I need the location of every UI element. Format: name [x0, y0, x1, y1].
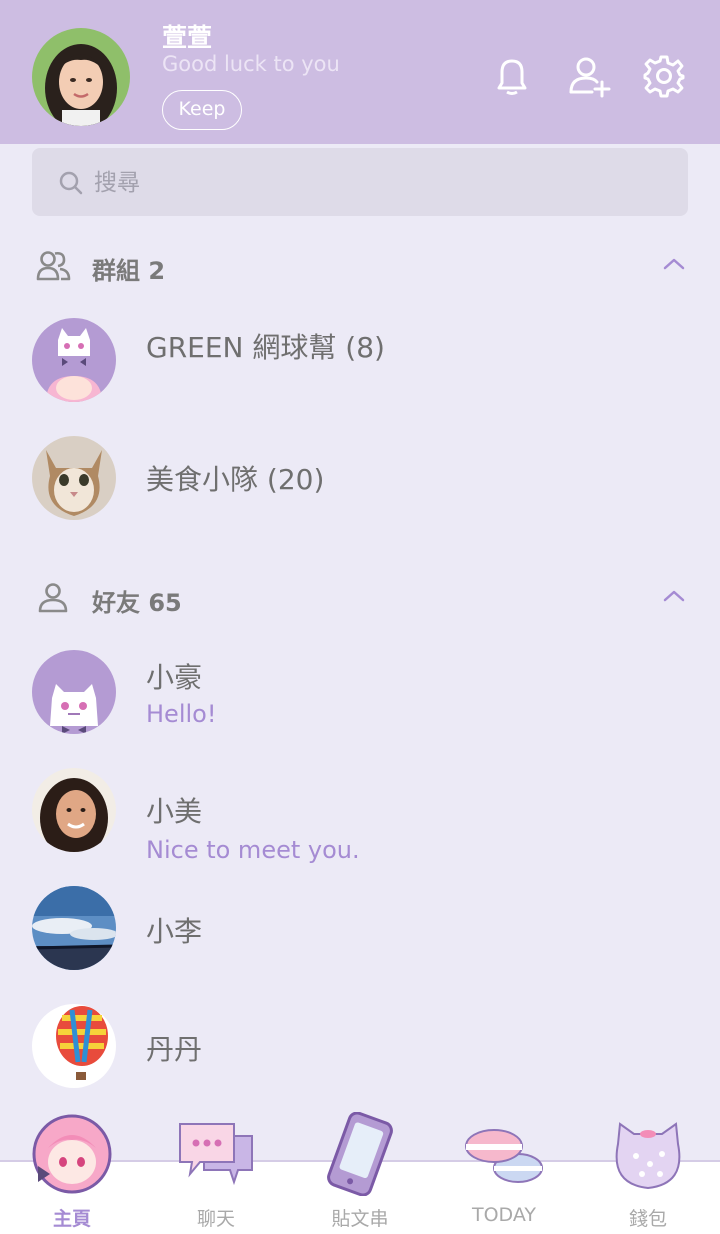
profile-name: 萱萱: [162, 23, 213, 52]
search-bar[interactable]: [32, 148, 688, 218]
groups-title: 群組 2: [92, 257, 166, 285]
person-icon: [36, 582, 72, 614]
friend-message: Hello!: [146, 700, 217, 728]
nav-today[interactable]: TODAY: [444, 1112, 564, 1232]
group-row[interactable]: 美食小隊 (20): [0, 436, 720, 536]
friend-message: Nice to meet you.: [146, 836, 360, 864]
bottom-nav: 主頁 聊天 貼文串 TODAY 錢包: [0, 1111, 720, 1234]
nav-home[interactable]: 主頁: [12, 1112, 132, 1232]
friend-row[interactable]: 丹丹: [0, 1004, 720, 1104]
nav-wallet[interactable]: 錢包: [588, 1112, 708, 1232]
profile-avatar[interactable]: [32, 28, 130, 126]
friend-name: 丹丹: [146, 1033, 203, 1066]
phone-icon: [318, 1111, 402, 1197]
friend-row[interactable]: 小李: [0, 886, 720, 986]
friends-section-header[interactable]: 好友 65: [0, 570, 720, 626]
friend-avatar: [32, 1004, 116, 1088]
nav-label-today: TODAY: [472, 1204, 536, 1226]
search-icon: [58, 170, 84, 196]
nav-label-chat: 聊天: [196, 1208, 235, 1230]
nav-chat[interactable]: 聊天: [156, 1112, 276, 1232]
group-icon: [36, 250, 72, 282]
cat-purse-icon: [606, 1112, 690, 1196]
search-input[interactable]: [92, 148, 656, 218]
friend-name: 小美: [146, 795, 203, 828]
friend-name: 小豪: [146, 661, 203, 694]
friends-title: 好友 65: [92, 589, 182, 617]
profile-header: 萱萱 Good luck to you Keep: [0, 0, 720, 144]
friend-avatar: [32, 886, 116, 970]
group-avatar: [32, 318, 116, 402]
anime-girl-icon: [30, 1112, 114, 1196]
friend-row[interactable]: 小美 Nice to meet you.: [0, 768, 720, 868]
group-avatar: [32, 436, 116, 520]
chat-bubbles-icon: [174, 1112, 258, 1196]
groups-section-header[interactable]: 群組 2: [0, 238, 720, 294]
nav-label-wallet: 錢包: [628, 1208, 667, 1230]
friend-avatar: [32, 650, 116, 734]
nav-timeline[interactable]: 貼文串: [300, 1111, 420, 1232]
add-friend-icon[interactable]: [568, 54, 612, 98]
group-row[interactable]: GREEN 網球幫 (8): [0, 318, 720, 418]
friend-avatar: [32, 768, 116, 852]
chevron-up-icon[interactable]: [662, 588, 686, 604]
group-name: GREEN 網球幫 (8): [146, 331, 385, 364]
bell-icon[interactable]: [490, 54, 534, 98]
friend-row[interactable]: 小豪 Hello!: [0, 650, 720, 750]
nav-label-timeline: 貼文串: [331, 1208, 389, 1230]
status-message[interactable]: Good luck to you: [162, 52, 340, 76]
nav-label-home: 主頁: [52, 1208, 91, 1230]
friend-name: 小李: [146, 915, 203, 948]
group-name: 美食小隊 (20): [146, 463, 325, 496]
macaron-icon: [462, 1112, 546, 1196]
chevron-up-icon[interactable]: [662, 256, 686, 272]
gear-icon[interactable]: [642, 54, 686, 98]
keep-button[interactable]: Keep: [162, 90, 242, 130]
